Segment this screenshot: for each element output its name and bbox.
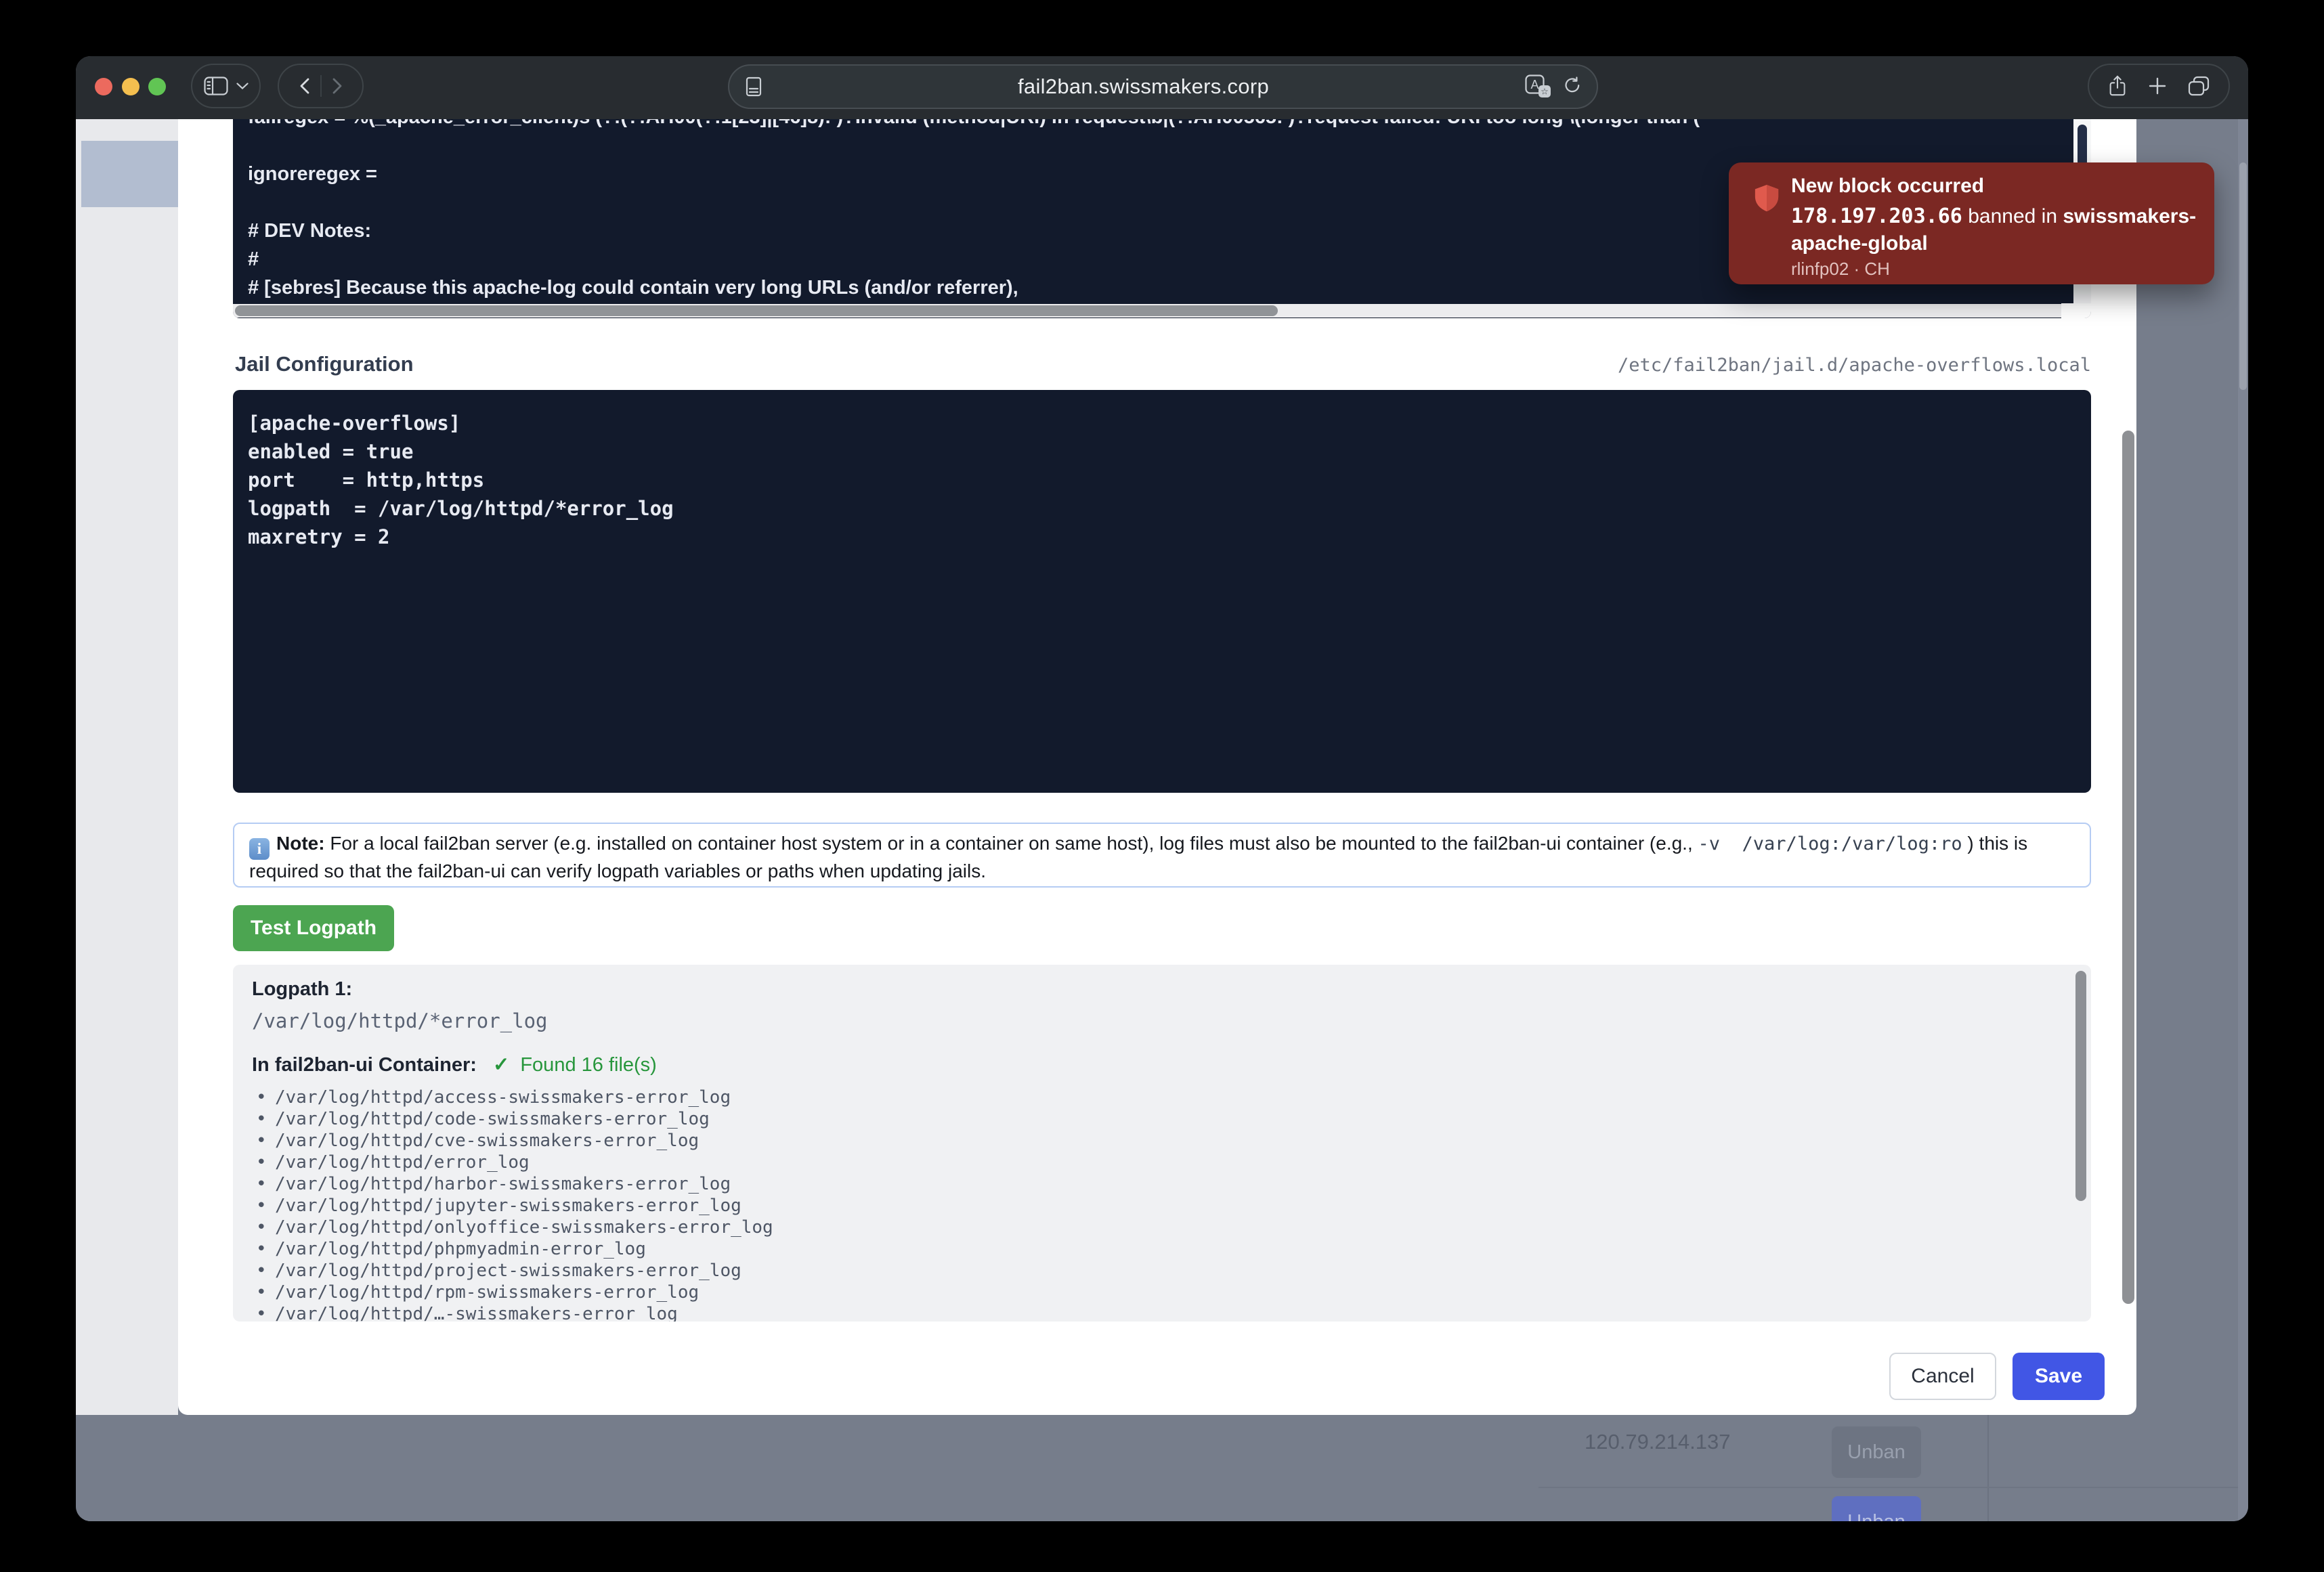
code-line: logpath = /var/log/httpd/*error_log: [248, 494, 2064, 523]
banned-ip-cell: 120.79.214.137: [1585, 1430, 1731, 1454]
toast-message: 178.197.203.66 banned in swissmakers-apa…: [1791, 203, 2197, 257]
results-scrollbar-thumb[interactable]: [2075, 971, 2086, 1201]
shield-icon: [1753, 183, 1780, 214]
code-line: port = http,https: [248, 466, 2064, 494]
code-line: [apache-overflows]: [248, 409, 2064, 437]
logpath-value: /var/log/httpd/*error_log: [252, 1009, 548, 1032]
note-label: Note:: [276, 833, 325, 854]
reader-icon[interactable]: [746, 77, 762, 97]
chevron-down-icon: [236, 83, 249, 89]
page-scrollbar-track[interactable]: [2238, 119, 2248, 1521]
svg-text:☆: ☆: [1541, 87, 1549, 97]
jail-config-file-path: /etc/fail2ban/jail.d/apache-overflows.lo…: [1618, 355, 2091, 376]
toast-banned-in: banned in: [1962, 205, 2063, 227]
screenshot-stage: fail2ban.swissmakers.corp A ☆: [0, 0, 2324, 1572]
code-line: [248, 131, 2064, 160]
edit-jail-modal: failregex = %(_apache_error_client)s (?:…: [178, 119, 2136, 1415]
list-item: /var/log/httpd/jupyter-swissmakers-error…: [252, 1195, 773, 1217]
share-icon[interactable]: [2108, 75, 2127, 97]
minimize-window-button[interactable]: [122, 78, 139, 95]
test-logpath-button[interactable]: Test Logpath: [233, 905, 394, 951]
mount-note-callout: i Note: For a local fail2ban server (e.g.…: [233, 823, 2091, 888]
translate-icon[interactable]: A ☆: [1525, 74, 1552, 99]
page-scrollbar-thumb[interactable]: [2239, 162, 2247, 390]
jail-configuration-heading: Jail Configuration: [235, 352, 414, 376]
container-label: In fail2ban-ui Container:: [252, 1054, 477, 1076]
url-text[interactable]: fail2ban.swissmakers.corp: [762, 74, 1525, 99]
list-item: /var/log/httpd/onlyoffice-swissmakers-er…: [252, 1217, 773, 1238]
found-files-count: Found 16 file(s): [520, 1054, 657, 1076]
toolbar-right-group: [2088, 64, 2230, 108]
back-icon[interactable]: [300, 78, 309, 94]
cancel-button[interactable]: Cancel: [1889, 1353, 1996, 1400]
list-item: /var/log/httpd/cve-swissmakers-error_log: [252, 1130, 773, 1152]
toast-banned-ip: 178.197.203.66: [1791, 204, 1962, 228]
list-item: /var/log/httpd/harbor-swissmakers-error_…: [252, 1173, 773, 1195]
check-icon: ✓: [493, 1054, 509, 1076]
code-line: maxretry = 2: [248, 523, 2064, 551]
list-item: /var/log/httpd/code-swissmakers-error_lo…: [252, 1108, 773, 1130]
unban-button: Unban: [1832, 1496, 1921, 1521]
toast-title: New block occurred: [1791, 175, 1984, 198]
table-row-divider: [1538, 1487, 2238, 1488]
page-content: 120.79.214.137 Unban Unban failregex = %…: [76, 119, 2248, 1521]
found-files-list: /var/log/httpd/access-swissmakers-error_…: [252, 1087, 773, 1322]
code-line: enabled = true: [248, 437, 2064, 466]
table-column-divider: [1987, 1415, 1989, 1521]
address-bar[interactable]: fail2ban.swissmakers.corp A ☆: [728, 64, 1598, 109]
logpath-test-results: Logpath 1: /var/log/httpd/*error_log In …: [233, 965, 2091, 1322]
editor-horizontal-scrollbar[interactable]: [233, 304, 2061, 318]
list-item: /var/log/httpd/error_log: [252, 1152, 773, 1173]
editor-scrollbar-corner: [2061, 303, 2091, 318]
sidebar-toggle-button[interactable]: [191, 64, 261, 108]
code-line: failregex = %(_apache_error_client)s (?:…: [248, 119, 2064, 131]
svg-text:A: A: [1530, 78, 1538, 91]
close-window-button[interactable]: [95, 78, 112, 95]
list-item: /var/log/httpd/phpmyadmin-error_log: [252, 1238, 773, 1260]
zoom-window-button[interactable]: [148, 78, 166, 95]
info-icon: i: [249, 838, 270, 860]
logpath-label: Logpath 1:: [252, 978, 352, 1001]
note-code-snippet: -v /var/log:/var/log:ro: [1698, 833, 1962, 854]
toast-host-country: rlinfp02 · CH: [1791, 259, 1890, 280]
dimmed-sidebar: [76, 119, 178, 1415]
unban-button: Unban: [1832, 1426, 1921, 1478]
modal-scrollbar-thumb[interactable]: [2122, 431, 2134, 1304]
jail-config-editor[interactable]: [apache-overflows] enabled = true port =…: [233, 390, 2091, 793]
save-button[interactable]: Save: [2013, 1353, 2105, 1400]
list-item: /var/log/httpd/project-swissmakers-error…: [252, 1260, 773, 1282]
container-result-line: In fail2ban-ui Container: ✓ Found 16 fil…: [252, 1053, 657, 1076]
list-item: /var/log/httpd/access-swissmakers-error_…: [252, 1087, 773, 1108]
list-item: /var/log/httpd/…-swissmakers-error_log: [252, 1303, 773, 1322]
editor-horizontal-scrollbar-thumb[interactable]: [235, 305, 1278, 316]
nav-divider: [320, 75, 322, 97]
new-block-toast[interactable]: New block occurred 178.197.203.66 banned…: [1729, 162, 2214, 284]
sidebar-icon: [204, 77, 228, 95]
browser-window: fail2ban.swissmakers.corp A ☆: [76, 56, 2248, 1521]
tab-overview-icon[interactable]: [2188, 76, 2210, 96]
dimmed-sidebar-header: [81, 141, 178, 207]
reload-icon[interactable]: [1562, 77, 1580, 97]
history-nav-group: [278, 64, 364, 108]
note-text-before: For a local fail2ban server (e.g. instal…: [325, 833, 1698, 854]
forward-icon[interactable]: [332, 78, 342, 94]
browser-toolbar: fail2ban.swissmakers.corp A ☆: [76, 56, 2248, 119]
list-item: /var/log/httpd/rpm-swissmakers-error_log: [252, 1282, 773, 1303]
new-tab-icon[interactable]: [2149, 77, 2166, 95]
